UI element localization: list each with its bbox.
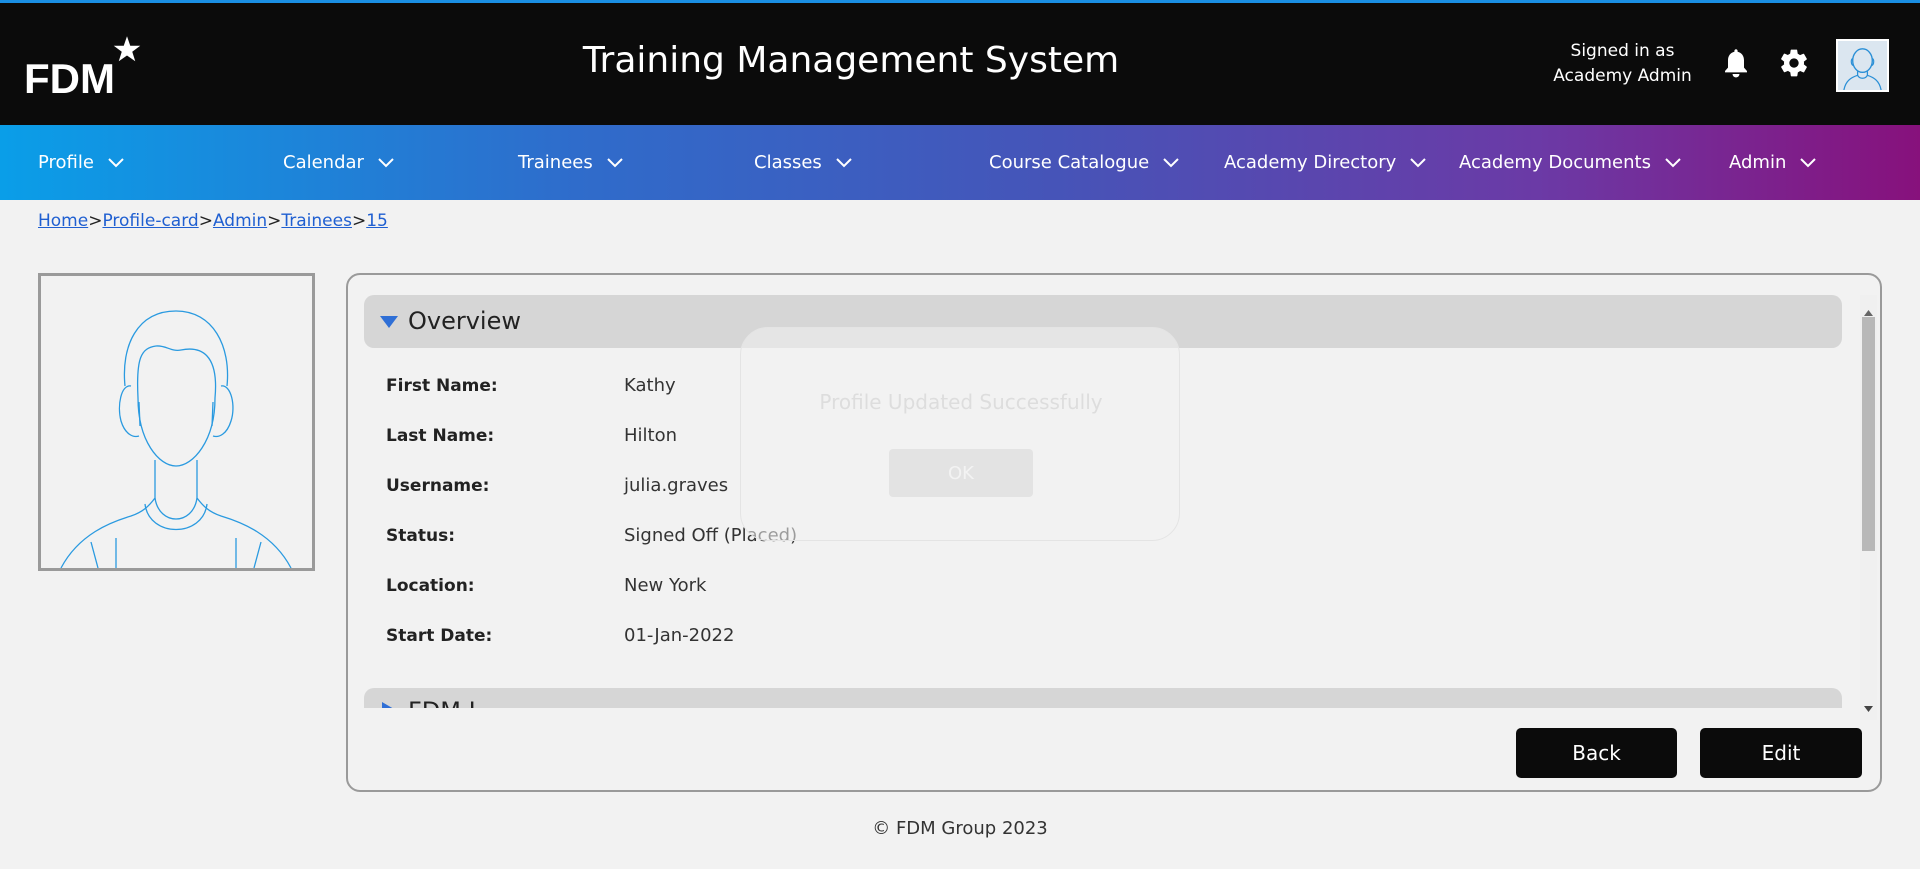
breadcrumb-home[interactable]: Home <box>38 211 88 231</box>
gear-icon[interactable] <box>1778 47 1810 83</box>
nav-item-academy-documents[interactable]: Academy Documents <box>1459 125 1681 200</box>
nav-item-label: Calendar <box>283 152 364 173</box>
dialog-message: Profile Updated Successfully <box>819 390 1103 414</box>
username-value: julia.graves <box>624 475 729 496</box>
breadcrumb: Home>Profile-card>Admin>Trainees>15 <box>38 211 388 231</box>
success-dialog: Profile Updated Successfully OK <box>740 327 1180 541</box>
ok-button[interactable]: OK <box>889 449 1033 497</box>
scrollbar-thumb[interactable] <box>1862 317 1875 551</box>
first-name-label: First Name: <box>386 376 498 396</box>
breadcrumb-admin[interactable]: Admin <box>213 211 267 231</box>
last-name-label: Last Name: <box>386 426 495 446</box>
signed-in-line1: Signed in as <box>1570 41 1675 61</box>
nav-item-label: Course Catalogue <box>989 152 1150 173</box>
breadcrumb-trainee-id[interactable]: 15 <box>366 211 388 231</box>
caret-right-icon <box>382 701 394 708</box>
chevron-down-icon <box>378 152 394 173</box>
nav-item-calendar[interactable]: Calendar <box>283 125 394 200</box>
breadcrumb-separator: > <box>198 211 213 231</box>
chevron-down-icon <box>836 152 852 173</box>
section-title: FDM I <box>408 697 476 708</box>
header: FDM Training Management System Signed in… <box>0 3 1920 125</box>
nav-item-label: Trainees <box>518 152 593 173</box>
breadcrumb-trainees[interactable]: Trainees <box>281 211 352 231</box>
start-date-value: 01-Jan-2022 <box>624 625 735 646</box>
app-title: Training Management System <box>582 40 1120 81</box>
location-value: New York <box>624 575 707 596</box>
signed-in-status: Signed in as Academy Admin <box>1540 39 1705 89</box>
breadcrumb-separator: > <box>267 211 282 231</box>
nav-item-academy-directory[interactable]: Academy Directory <box>1224 125 1427 200</box>
chevron-down-icon <box>1665 152 1681 173</box>
main-nav: Profile Calendar Trainees Classes Course… <box>0 125 1920 200</box>
avatar[interactable] <box>1836 39 1889 92</box>
scroll-down-icon[interactable] <box>1864 697 1873 716</box>
chevron-down-icon <box>108 152 124 173</box>
breadcrumb-separator: > <box>351 211 367 231</box>
nav-item-label: Academy Directory <box>1224 152 1397 173</box>
start-date-label: Start Date: <box>386 626 493 646</box>
fdm-section-header[interactable]: FDM I <box>364 688 1842 708</box>
scrollbar[interactable] <box>1860 295 1877 720</box>
chevron-down-icon <box>1800 152 1817 173</box>
edit-button[interactable]: Edit <box>1700 728 1862 778</box>
chevron-down-icon <box>607 152 623 173</box>
nav-item-label: Academy Documents <box>1459 152 1651 173</box>
nav-item-trainees[interactable]: Trainees <box>518 125 623 200</box>
breadcrumb-profile-card[interactable]: Profile-card <box>102 211 198 231</box>
back-button[interactable]: Back <box>1516 728 1677 778</box>
username-label: Username: <box>386 476 490 496</box>
signed-in-role: Academy Admin <box>1553 66 1692 86</box>
chevron-down-icon <box>1410 152 1427 173</box>
nav-item-course-catalogue[interactable]: Course Catalogue <box>989 125 1179 200</box>
nav-item-label: Profile <box>38 152 94 173</box>
nav-item-admin[interactable]: Admin <box>1729 125 1817 200</box>
nav-item-label: Classes <box>754 152 822 173</box>
breadcrumb-separator: > <box>88 211 103 231</box>
section-title: Overview <box>408 307 521 335</box>
caret-down-icon <box>380 315 398 334</box>
profile-photo <box>38 273 315 571</box>
footer-copyright: © FDM Group 2023 <box>872 818 1048 839</box>
nav-item-classes[interactable]: Classes <box>754 125 852 200</box>
bell-icon[interactable] <box>1722 47 1750 83</box>
location-label: Location: <box>386 576 475 596</box>
first-name-value: Kathy <box>624 375 676 396</box>
status-label: Status: <box>386 526 455 546</box>
last-name-value: Hilton <box>624 425 678 446</box>
chevron-down-icon <box>1163 152 1179 173</box>
nav-item-label: Admin <box>1729 152 1787 173</box>
nav-item-profile[interactable]: Profile <box>38 125 124 200</box>
